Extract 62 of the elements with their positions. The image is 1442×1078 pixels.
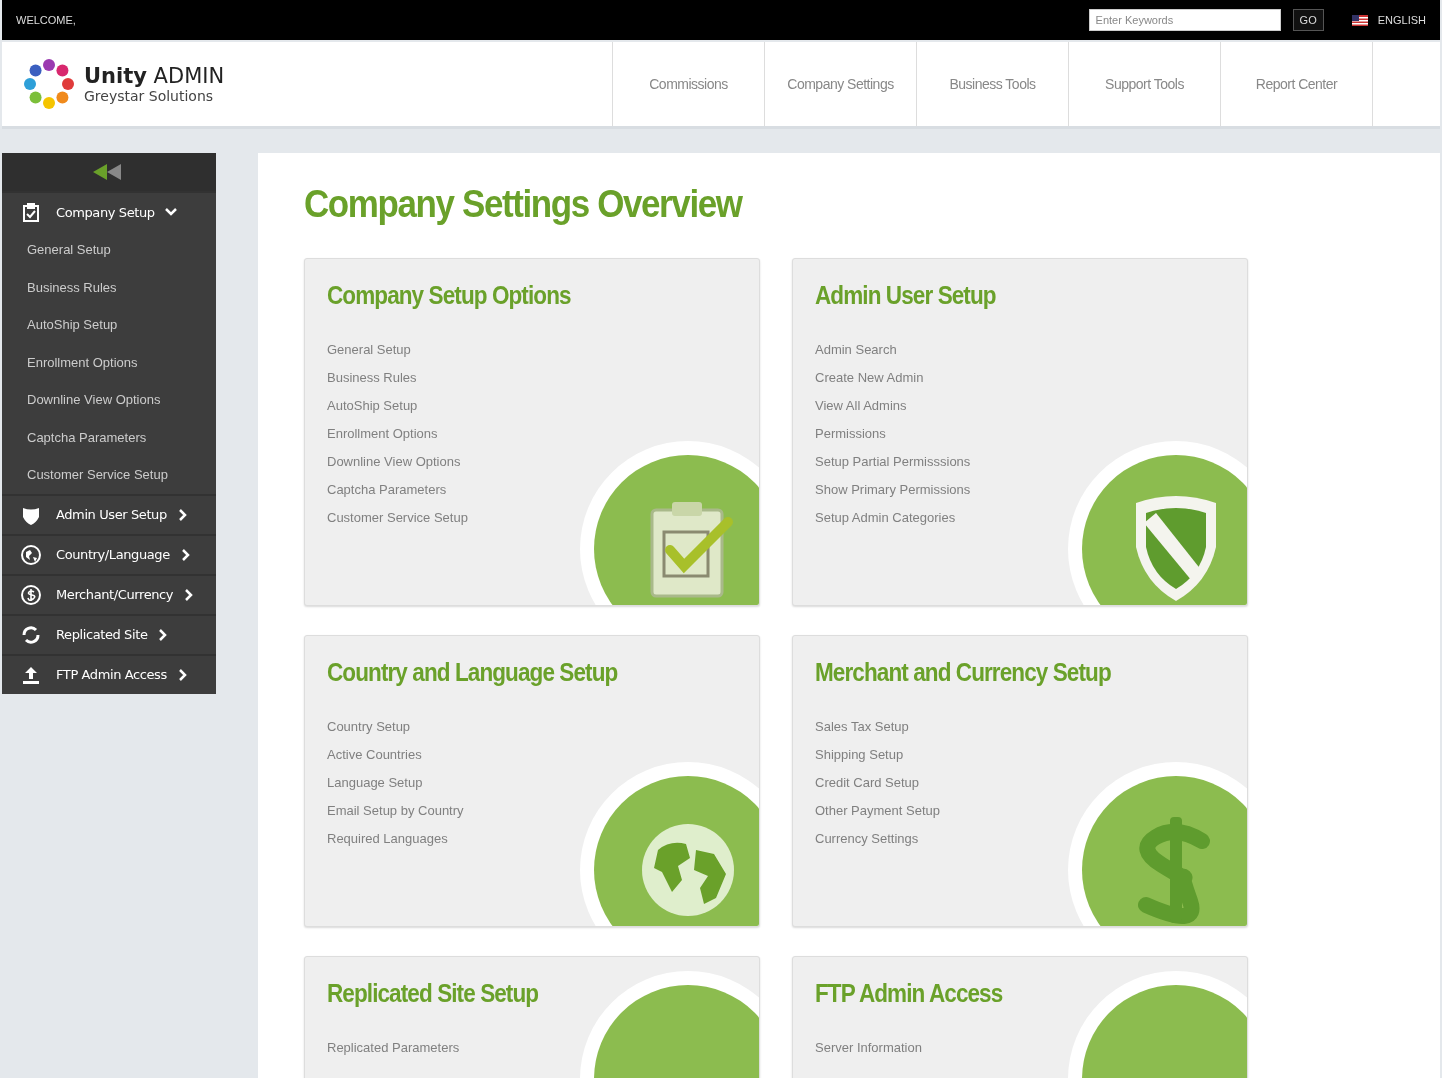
card-link[interactable]: Country Setup <box>327 719 411 734</box>
card-link[interactable]: Other Payment Setup <box>815 803 940 818</box>
card-link[interactable]: Sales Tax Setup <box>815 719 909 734</box>
sidebar-link[interactable]: Enrollment Options <box>2 343 216 381</box>
card-link[interactable]: Email Setup by Country <box>327 803 464 818</box>
keyword-search-field[interactable]: Enter Keywords <box>1088 9 1281 31</box>
chevron-icon <box>164 206 177 218</box>
globe-icon <box>20 543 42 566</box>
refresh-icon <box>20 623 42 646</box>
nav-link[interactable]: Support Tools <box>1068 42 1220 126</box>
card-link[interactable]: Language Setup <box>327 775 423 790</box>
flag-icon <box>1351 14 1368 26</box>
sidebar-link[interactable]: General Setup <box>2 231 216 269</box>
card-link[interactable]: Create New Admin <box>815 370 924 385</box>
card-title: Country and Language Setup <box>327 658 618 687</box>
card-link[interactable]: Permissions <box>815 426 886 441</box>
card-link[interactable]: Enrollment Options <box>327 426 438 441</box>
card-link[interactable]: Captcha Parameters <box>327 482 447 497</box>
sidebar-link[interactable]: AutoShip Setup <box>2 306 216 344</box>
card-title: Company Setup Options <box>327 281 571 310</box>
sidebar-link[interactable]: Downline View Options <box>2 381 216 419</box>
logo-title: Unity ADMIN <box>84 64 225 88</box>
logo-icon <box>22 57 76 111</box>
nav-link[interactable]: Company Settings <box>764 42 916 126</box>
card-link[interactable]: Required Languages <box>327 831 448 846</box>
chevron-icon <box>176 508 189 521</box>
card-title: Admin User Setup <box>815 281 996 310</box>
nav-link[interactable]: Commissions <box>612 42 764 126</box>
card-link[interactable]: Setup Partial Permisssions <box>815 454 971 469</box>
card-link[interactable]: Currency Settings <box>815 831 919 846</box>
card-link[interactable]: Credit Card Setup <box>815 775 920 790</box>
card-link[interactable]: General Setup <box>327 342 411 357</box>
card-link[interactable]: Show Primary Permissions <box>815 482 971 497</box>
dollar-coin-icon <box>20 583 42 606</box>
card-link[interactable]: AutoShip Setup <box>327 398 418 413</box>
sidebar-link[interactable]: Customer Service Setup <box>2 456 216 494</box>
chevron-icon <box>176 668 189 681</box>
card-link[interactable]: Setup Admin Categories <box>815 510 956 525</box>
card-link[interactable]: View All Admins <box>815 398 907 413</box>
card-link[interactable]: Business Rules <box>327 370 417 385</box>
card-link[interactable]: Active Countries <box>327 747 422 762</box>
card-link[interactable]: Server Information <box>815 1040 922 1055</box>
sidebar-link[interactable]: Business Rules <box>2 268 216 306</box>
chevron-icon <box>179 548 192 561</box>
go-button[interactable]: GO <box>1292 9 1324 31</box>
card-link[interactable]: Replicated Parameters <box>327 1040 460 1055</box>
language-selector[interactable]: ENGLISH <box>1377 14 1426 26</box>
card-link[interactable]: Shipping Setup <box>815 747 904 762</box>
card-link[interactable]: Admin Search <box>815 342 897 357</box>
collapse-sidebar-button[interactable] <box>2 153 216 191</box>
logo-subtitle: Greystar Solutions <box>84 88 215 104</box>
page-title: Company Settings Overview <box>304 183 742 226</box>
nav-link[interactable]: Business Tools <box>916 42 1068 126</box>
card-link[interactable]: Downline View Options <box>327 454 461 469</box>
clipboard-check-icon <box>20 201 42 223</box>
sidebar-link[interactable]: Captcha Parameters <box>2 418 216 456</box>
welcome-text: WELCOME, <box>16 14 77 26</box>
nav-link[interactable]: Report Center <box>1220 42 1373 126</box>
card-link[interactable]: Customer Service Setup <box>327 510 468 525</box>
card-title: FTP Admin Access <box>815 979 1003 1008</box>
card-title: Replicated Site Setup <box>327 979 539 1008</box>
card-title: Merchant and Currency Setup <box>815 658 1111 687</box>
